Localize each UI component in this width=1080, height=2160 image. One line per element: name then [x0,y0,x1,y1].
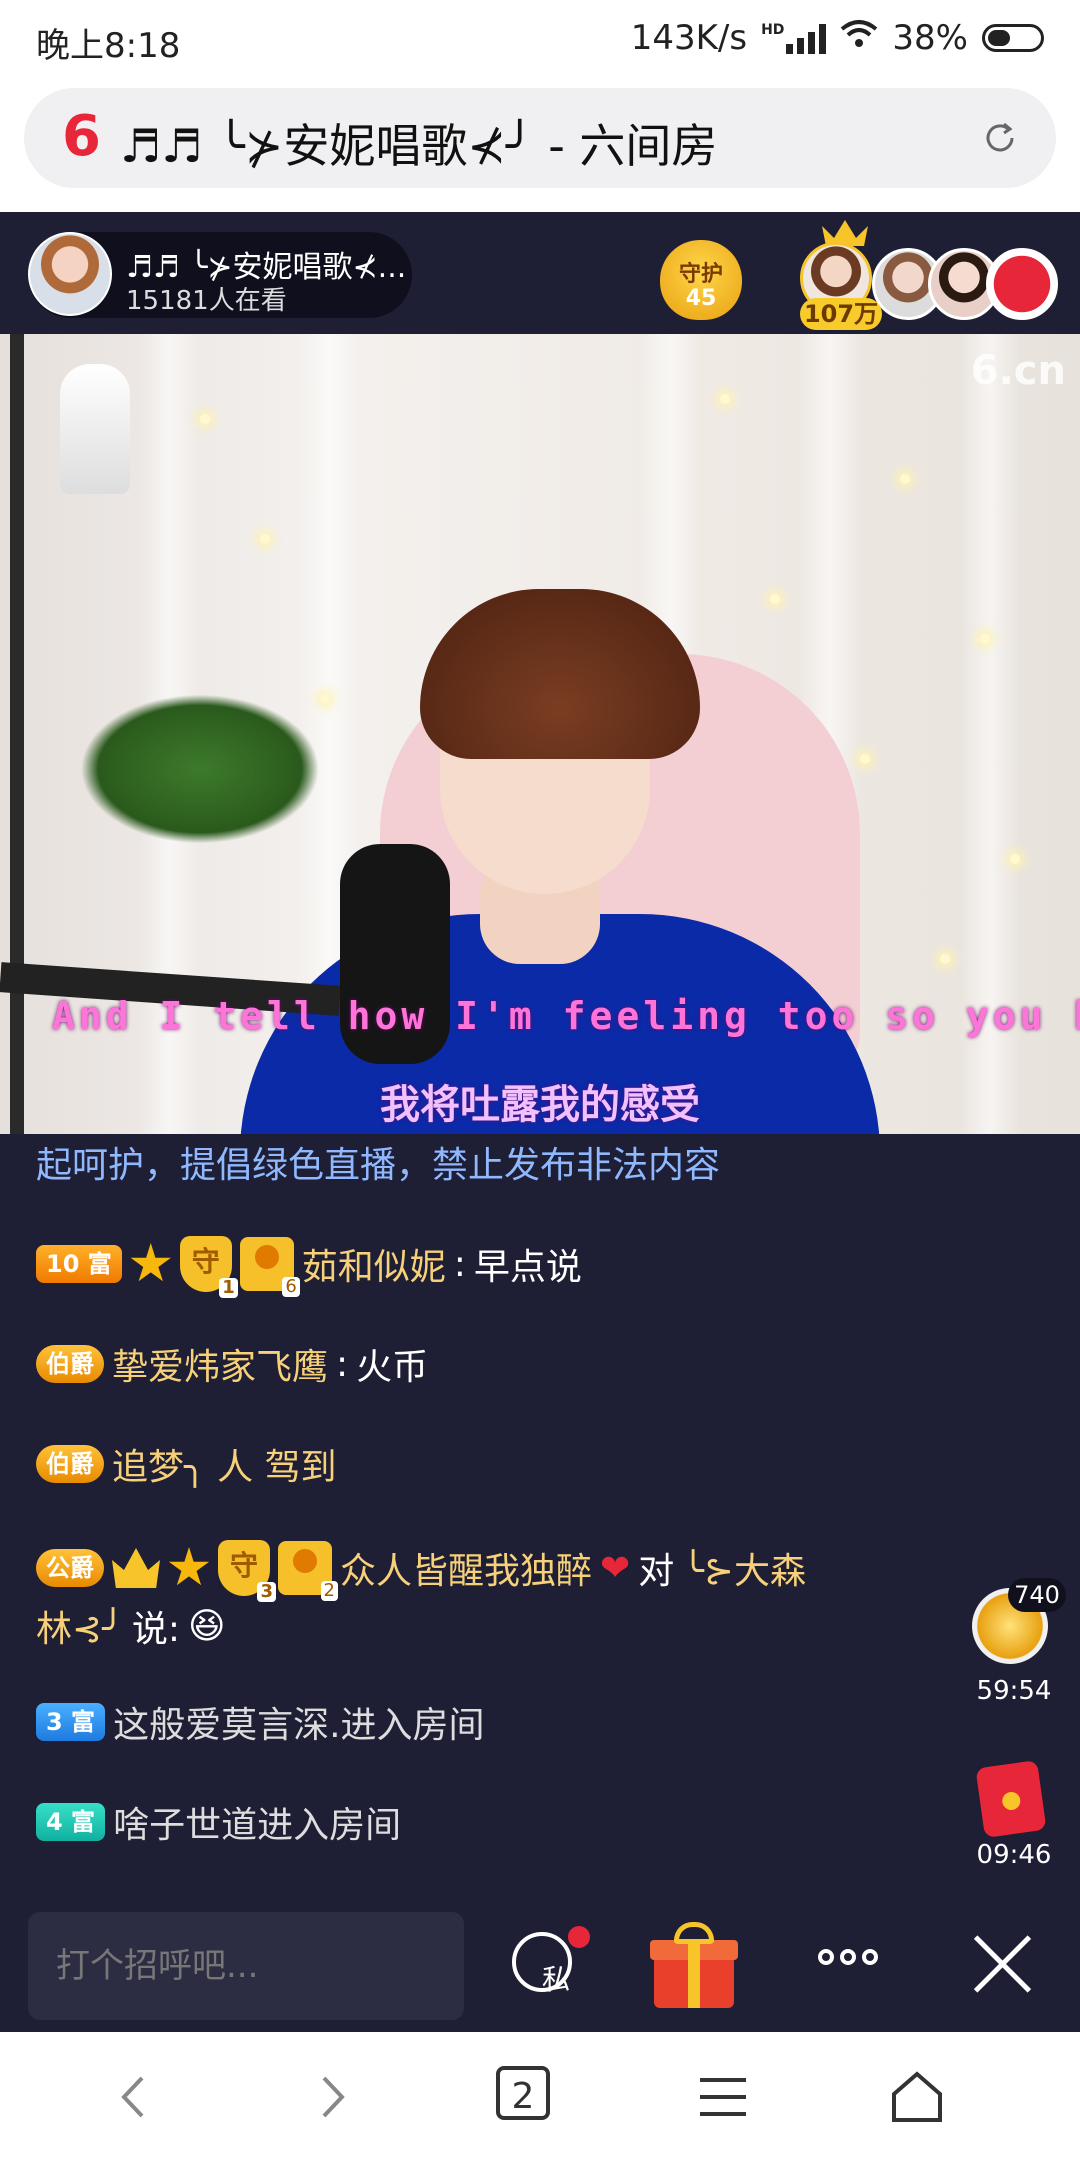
chat-text: 啥子世道进入房间 [113,1805,402,1846]
signal-icon: HD [761,22,827,54]
notification-dot [568,1926,590,1948]
status-bar: 晚上8:18 143K/s HD 38% [0,0,1080,80]
wifi-icon [840,18,878,58]
star-icon [130,1243,171,1282]
close-button[interactable] [970,1932,1034,1996]
status-icons: 143K/s HD 38% [631,18,1044,58]
chat-text: 追梦╮ 人 驾到 [112,1447,337,1488]
chat-notice: 起呵护，提倡绿色直播，禁止发布非法内容 [36,1145,721,1186]
page-title[interactable]: ♬♬ ╰⊁安妮唱歌⊀╯ - 六间房 [120,110,717,176]
wealth-badge: 3 富 [36,1703,106,1741]
lyric-chinese: 我将吐露我的感受 [380,1082,700,1128]
chat-username[interactable]: 茹和似妮 [302,1238,446,1290]
chat-target-user[interactable]: ╰⊱大森 [682,1542,806,1594]
clock: 晚上8:18 [36,26,181,66]
fan-avatar[interactable] [986,248,1058,320]
chat-text: 说: [131,1609,180,1650]
host-avatar[interactable] [28,232,112,316]
laugh-emoji-icon: 😆 [187,1605,226,1647]
watermark: 6.cn [970,348,1066,394]
chat-message[interactable]: 10 富 守1 6 茹和似妮 : 早点说 [36,1236,582,1298]
host-info[interactable]: ♬♬ ╰⊁安妮唱歌⊀... 15181人在看 [28,232,412,318]
back-icon[interactable] [100,2062,170,2132]
battery-icon [982,24,1044,52]
site-logo-icon: 6 [62,104,101,169]
wealth-badge: 4 富 [36,1803,106,1841]
noble-badge: 伯爵 [36,1445,104,1483]
plant [80,694,320,844]
private-message-button[interactable]: 私 [506,1926,596,2006]
guard-count: 45 [685,286,717,311]
fan-contribution: 107万 [800,298,882,330]
guard-label: 守护 [678,262,723,287]
user-level-icon: 6 [239,1237,300,1297]
forward-icon[interactable] [296,2062,366,2132]
crown-icon [112,1548,160,1588]
treasure-count: 740 [1008,1578,1066,1612]
noble-badge: 伯爵 [36,1345,104,1383]
video-player[interactable]: 6.cn And I tell how I'm feeling too so y… [0,334,1080,1134]
guard-button[interactable]: 守护 45 [660,240,742,320]
chat-message[interactable]: 伯爵 追梦╮ 人 驾到 [36,1438,337,1490]
address-bar[interactable]: 6 ♬♬ ╰⊁安妮唱歌⊀╯ - 六间房 [24,88,1056,188]
chat-target-user[interactable]: 林⊰╯ [36,1600,124,1652]
user-level-icon: 2 [278,1541,338,1601]
lyric-english: And I tell how I'm feeling too so you kn… [52,994,1080,1038]
private-label: 私 [542,1963,571,1996]
chat-text: 火币 [356,1347,429,1388]
chat-text: 对 [638,1551,675,1592]
treasure-timer: 59:54 [976,1676,1052,1706]
guard-shield-icon: 守1 [179,1236,238,1298]
chat-username[interactable]: 挚爱炜家飞鹰 [112,1338,328,1390]
chat-message[interactable]: 公爵 守3 2 众人皆醒我独醉 ❤ 对 ╰⊱大森 [36,1540,806,1602]
wealth-badge: 10 富 [36,1245,122,1283]
chat-list[interactable]: 起呵护，提倡绿色直播，禁止发布非法内容 10 富 守1 6 茹和似妮 : 早点说… [0,1142,960,1922]
guard-shield-icon: 守3 [218,1540,276,1602]
tabs-button[interactable]: 2 [496,2066,550,2120]
star-icon [168,1547,210,1586]
chat-username[interactable]: 众人皆醒我独醉 [340,1542,592,1594]
battery-percent: 38% [892,18,968,58]
live-room: ♬♬ ╰⊁安妮唱歌⊀... 15181人在看 守护 45 107万 6.cn A… [0,212,1080,2032]
network-speed: 143K/s [630,18,748,58]
chat-text: 这般爱莫言深.进入房间 [113,1705,485,1746]
chat-text: 早点说 [473,1247,582,1288]
home-icon[interactable] [882,2062,952,2132]
red-packet-icon[interactable] [975,1760,1047,1838]
chat-message[interactable]: 3 富 这般爱莫言深.进入房间 [36,1696,485,1748]
chat-separator: : [336,1343,349,1385]
lamp [60,364,130,494]
more-button[interactable] [818,1942,882,1972]
browser-nav-bar: 2 [0,2032,1080,2160]
reload-icon[interactable] [980,118,1020,158]
chat-message[interactable]: 4 富 啥子世道进入房间 [36,1796,401,1848]
chat-input[interactable]: 打个招呼吧... [28,1912,464,2020]
chat-message-continued: 林⊰╯ 说: 😆 [36,1600,226,1652]
viewer-count: 15181人在看 [126,286,287,316]
heart-icon: ❤ [600,1547,631,1589]
chat-message[interactable]: 伯爵 挚爱炜家飞鹰 : 火币 [36,1338,428,1390]
menu-icon[interactable] [688,2062,758,2132]
gift-button[interactable] [650,1918,738,2010]
chat-separator: : [453,1243,466,1285]
red-packet-timer: 09:46 [976,1840,1052,1870]
noble-badge: 公爵 [36,1549,104,1587]
